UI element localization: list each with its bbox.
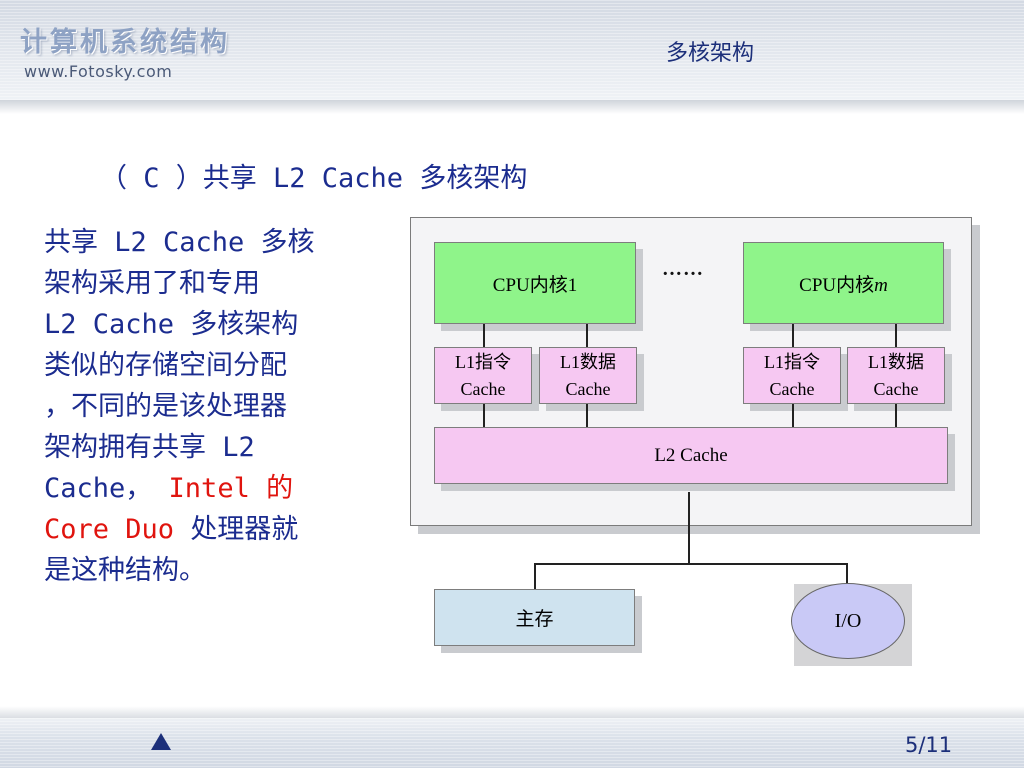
l1-inst-cache-1: L1指令 Cache xyxy=(434,347,532,404)
cpu-core-1-label: CPU内核1 xyxy=(492,274,578,296)
main-memory: 主存 xyxy=(434,589,635,646)
io-label: I/O xyxy=(834,609,862,632)
l2-cache: L2 Cache xyxy=(434,427,948,484)
cpu-core-m-var: m xyxy=(874,274,888,296)
l1-data-cache-m-line1: L1数据 xyxy=(868,351,924,372)
l1-inst-cache-m: L1指令 Cache xyxy=(743,347,841,404)
l1-inst-cache-m-line2: Cache xyxy=(769,378,815,399)
connector-line xyxy=(895,324,897,348)
l1-data-cache-m: L1数据 Cache xyxy=(847,347,945,404)
cpu-core-m-label: CPU内核m xyxy=(799,270,888,297)
l1-inst-cache-1-line2: Cache xyxy=(460,378,506,399)
bus-line xyxy=(534,563,536,590)
l1-data-cache-1-line1: L1数据 xyxy=(560,351,616,372)
previous-slide-triangle-icon[interactable] xyxy=(151,733,171,750)
cpu-core-1: CPU内核1 xyxy=(434,242,636,324)
main-memory-label: 主存 xyxy=(515,609,554,630)
bus-line xyxy=(534,563,848,565)
cores-ellipsis: …… xyxy=(662,258,704,280)
footer-shadow xyxy=(0,706,1024,718)
l1-inst-cache-1-line1: L1指令 xyxy=(455,351,511,372)
connector-line xyxy=(586,404,588,428)
connector-line xyxy=(792,404,794,428)
connector-line xyxy=(586,324,588,348)
l1-data-cache-m-line2: Cache xyxy=(873,378,919,399)
page-number: 5/11 xyxy=(905,733,953,757)
bus-line xyxy=(846,563,848,584)
l1-data-cache-1-line2: Cache xyxy=(565,378,611,399)
cpu-core-m: CPU内核m xyxy=(743,242,944,324)
l1-inst-cache-m-line1: L1指令 xyxy=(764,351,820,372)
connector-line xyxy=(483,324,485,348)
l2-cache-label: L2 Cache xyxy=(654,444,728,466)
bus-line xyxy=(688,492,690,564)
shared-l2-diagram: CPU内核1 …… CPU内核m L1指令 Cache L1数据 Cache L… xyxy=(0,0,1024,768)
l1-data-cache-1: L1数据 Cache xyxy=(539,347,637,404)
connector-line xyxy=(895,404,897,428)
cpu-core-m-prefix: CPU内核 xyxy=(799,274,875,296)
io-device: I/O xyxy=(791,583,905,659)
connector-line xyxy=(483,404,485,428)
connector-line xyxy=(792,324,794,348)
